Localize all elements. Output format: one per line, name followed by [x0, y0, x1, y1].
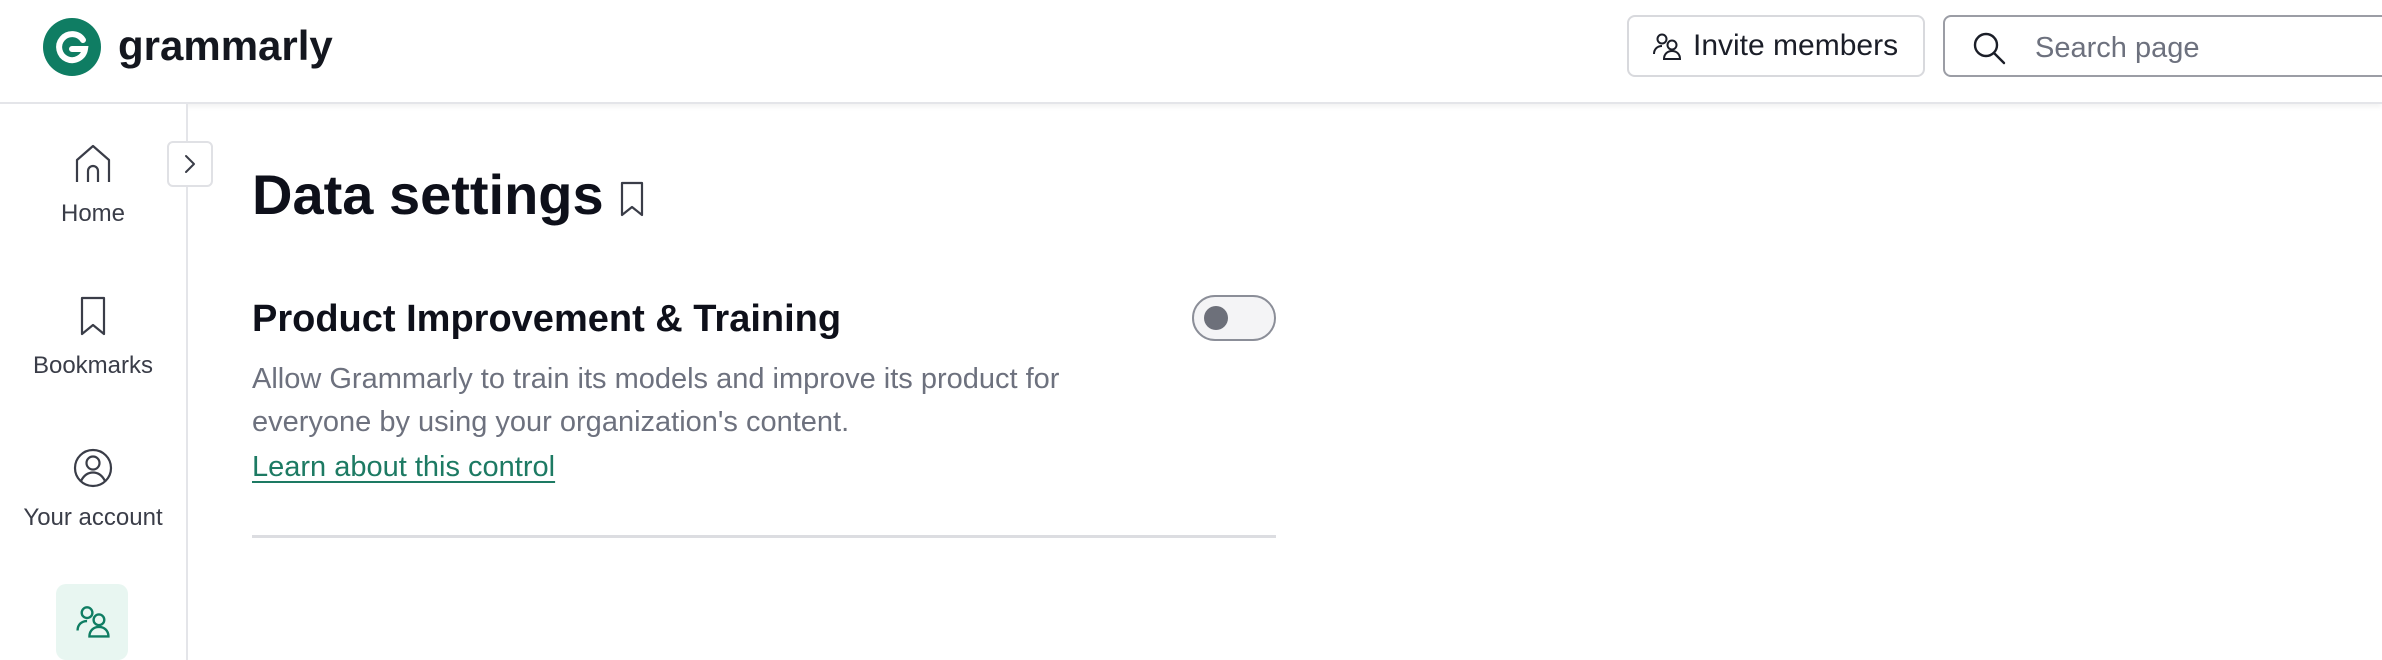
bookmark-icon[interactable] — [614, 179, 650, 219]
sidebar-expand-button[interactable] — [167, 141, 213, 187]
page-title: Data settings — [252, 163, 604, 226]
sidebar-item-bookmarks[interactable]: Bookmarks — [0, 292, 186, 380]
chevron-right-icon — [185, 155, 195, 173]
home-icon — [75, 144, 111, 182]
invite-members-label: Invite members — [1693, 29, 1899, 62]
product-improvement-toggle[interactable] — [1192, 295, 1276, 341]
sidebar-item-members[interactable] — [56, 584, 128, 660]
bookmark-icon — [80, 296, 106, 336]
invite-members-button[interactable]: Invite members — [1627, 15, 1925, 77]
section-description: Allow Grammarly to train its models and … — [252, 363, 1060, 438]
divider — [252, 535, 1276, 538]
account-icon — [73, 448, 113, 488]
top-bar: grammarly Invite members — [0, 0, 2382, 104]
section-title: Product Improvement & Training — [252, 298, 842, 340]
sidebar-item-your-account[interactable]: Your account — [0, 444, 186, 532]
sidebar-item-label: Bookmarks — [32, 352, 154, 379]
sidebar: Home Bookmarks Your account — [0, 104, 188, 660]
learn-more-link[interactable]: Learn about this control — [252, 448, 555, 486]
toggle-knob — [1204, 306, 1228, 330]
search-icon — [1973, 32, 2006, 65]
search-box[interactable] — [1943, 15, 2382, 77]
grammarly-logo-icon[interactable] — [43, 18, 101, 76]
members-icon — [76, 606, 110, 638]
members-icon — [1653, 33, 1682, 60]
sidebar-item-label: Your account — [23, 504, 163, 531]
logo-text[interactable]: grammarly — [118, 18, 333, 74]
sidebar-item-home[interactable]: Home — [0, 140, 186, 228]
sidebar-item-label: Home — [60, 200, 126, 227]
search-input[interactable] — [2033, 25, 2377, 71]
